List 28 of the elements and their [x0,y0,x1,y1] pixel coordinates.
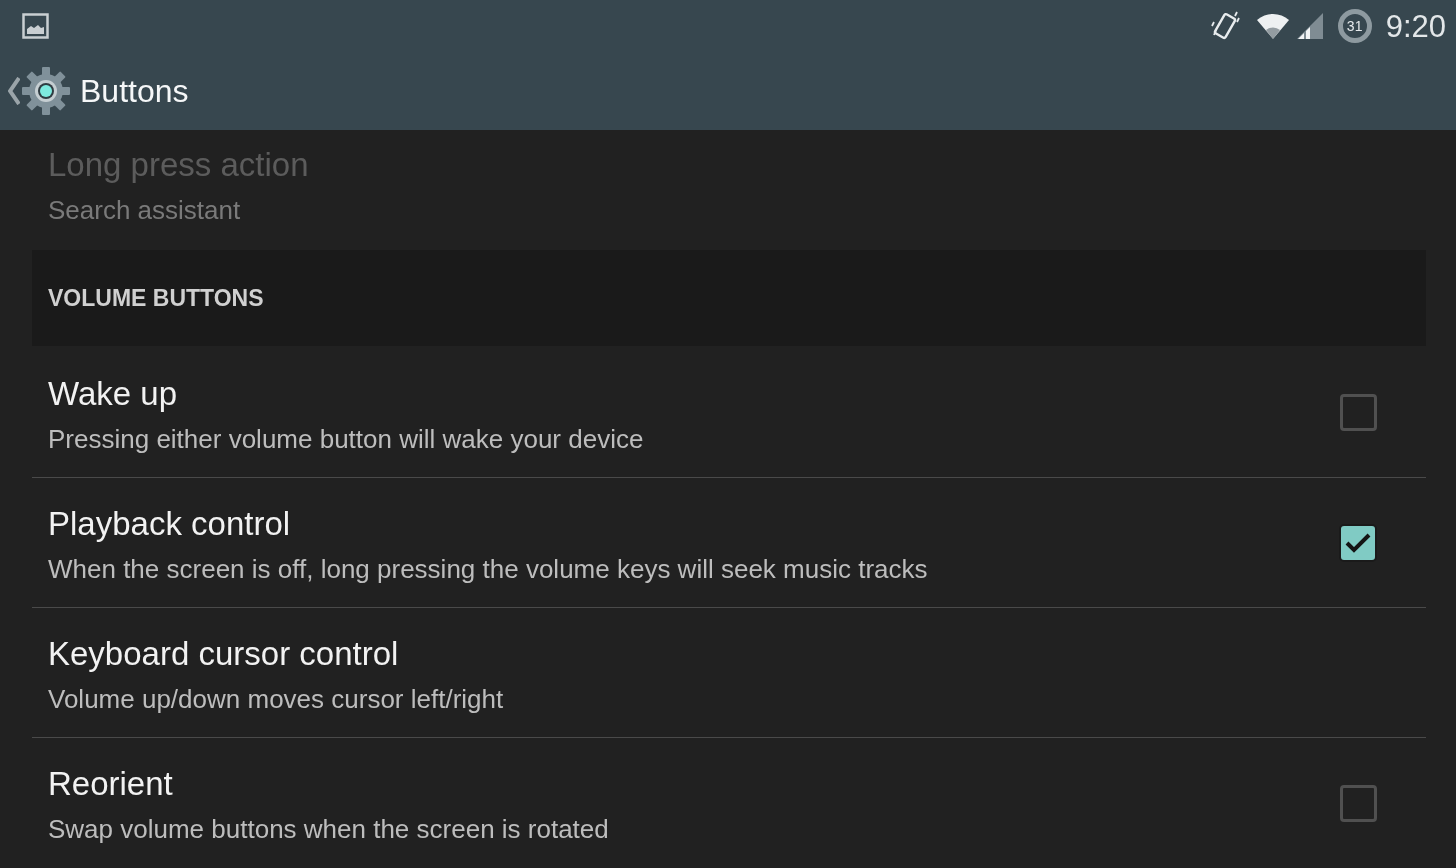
screen-title: Buttons [80,72,189,111]
section-header-text: VOLUME BUTTONS [48,283,264,313]
preference-row[interactable]: Wake up Pressing either volume button will wake your device [32,348,1426,478]
checkbox[interactable] [1339,523,1377,562]
wifi-icon [1255,12,1290,40]
signal-icon [1295,12,1324,40]
preference-summary: Swap volume buttons when the screen is rotated [48,813,610,846]
clock-time: 9:20 [1385,10,1446,42]
preference-row[interactable]: Keyboard cursor control Volume up/down moves cursor left/right [32,608,1426,738]
vibrate-phone-icon [1209,10,1240,42]
preference-title: Keyboard cursor control [48,634,400,674]
picture-icon [22,13,49,39]
preference-title: Playback control [48,504,292,544]
preference-summary: When the screen is off, long pressing the volume keys will seek music tracks [48,553,929,586]
preference-title: Reorient [48,764,174,804]
back-chevron-icon [8,77,20,105]
checkbox[interactable] [1340,784,1377,822]
preference-row[interactable]: Playback control When the screen is off, long pressing the volume keys will seek music tracks [32,478,1426,608]
preference-summary: Pressing either volume button will wake your device [48,423,645,456]
checkmark-icon [1345,532,1371,553]
preference-summary: Search assistant [48,194,242,227]
battery-level: 31 [1346,19,1363,33]
settings-icon [22,67,70,115]
preference-title: Long press action [48,145,310,185]
checkbox[interactable] [1340,394,1377,431]
preference-summary: Volume up/down moves cursor left/right [48,683,505,716]
preference-row[interactable]: Reorient Swap volume buttons when the screen is rotated [32,738,1426,868]
preference-title: Wake up [48,374,178,414]
